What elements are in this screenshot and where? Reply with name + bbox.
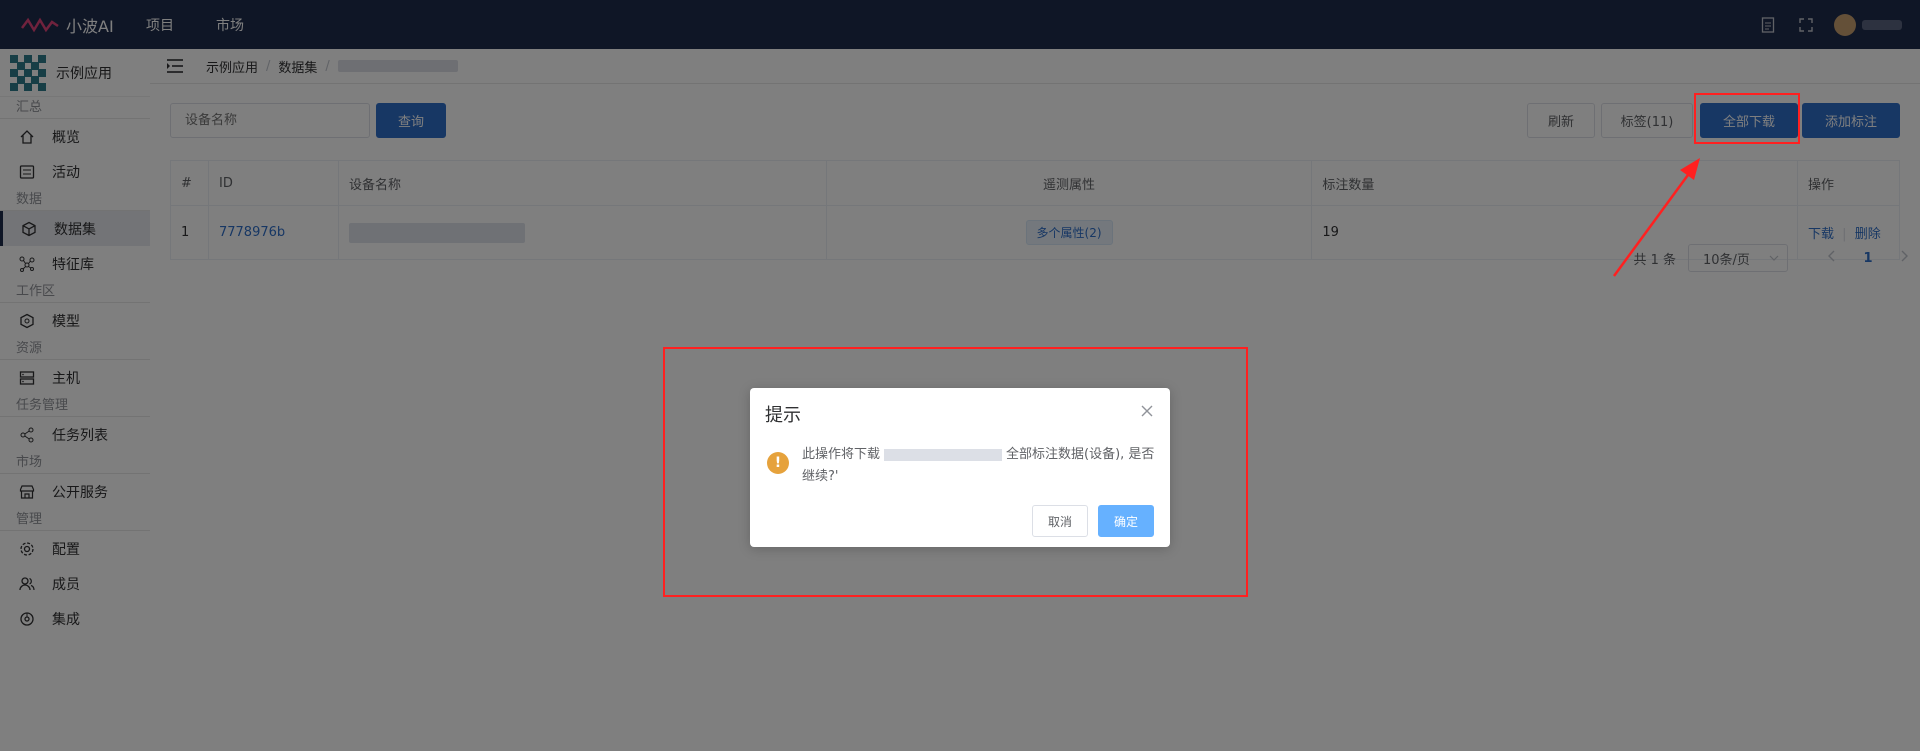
annotation-arrow-icon [1612, 158, 1700, 277]
annotation-box-download-all [1694, 93, 1800, 144]
annotation-box-dialog [663, 347, 1248, 597]
